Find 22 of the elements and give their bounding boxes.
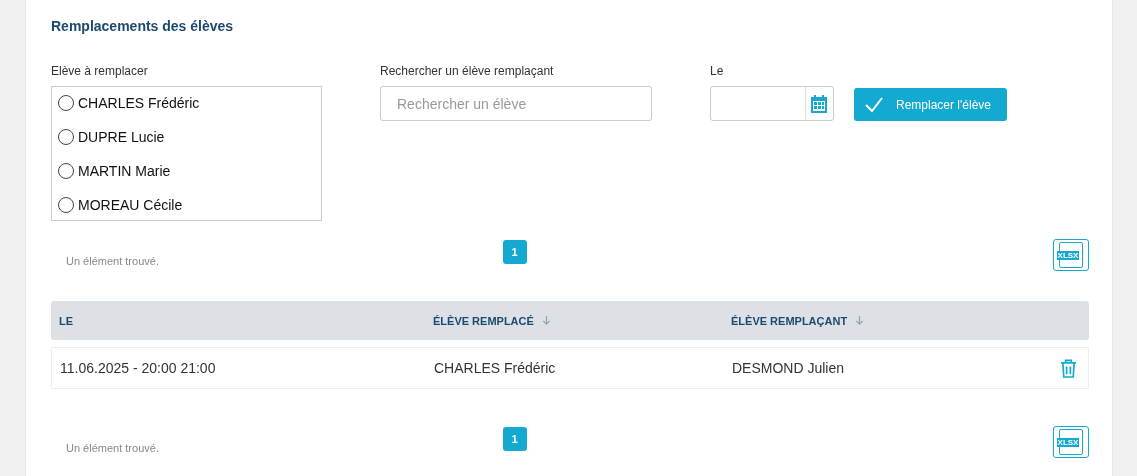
radio-option[interactable]: CHARLES Frédéric	[58, 93, 321, 113]
trash-icon[interactable]	[1060, 358, 1077, 378]
radio-option[interactable]: DUPRE Lucie	[58, 127, 321, 147]
column-header[interactable]: ÉLÈVE REMPLACÉ	[433, 314, 534, 327]
radio-option[interactable]: MOREAU Cécile	[58, 195, 321, 215]
table-cell: CHARLES Frédéric	[434, 360, 556, 376]
result-count: Un élément trouvé.	[66, 255, 160, 267]
search-field[interactable]: Rechercher un élève	[380, 86, 652, 121]
sort-arrow-icon[interactable]	[855, 315, 865, 326]
column-header[interactable]: ÉLÈVE REMPLAÇANT	[731, 314, 848, 327]
calendar-icon[interactable]	[809, 93, 829, 114]
date-field[interactable]	[710, 86, 834, 121]
radio-option[interactable]: MARTIN Marie	[58, 161, 321, 181]
table-cell: DESMOND Julien	[732, 360, 845, 376]
result-count: Un élément trouvé.	[66, 442, 160, 454]
section-title: Remplacements des élèves	[51, 17, 235, 36]
field-label: Le	[710, 64, 725, 78]
sort-arrow-icon[interactable]	[541, 315, 551, 326]
table-cell: 11.06.2025 - 20:00 21:00	[60, 360, 216, 376]
column-header[interactable]: LE	[59, 314, 74, 327]
field-label: Rechercher un élève remplaçant	[380, 64, 555, 78]
field-label: Elève à remplacer	[51, 64, 149, 78]
